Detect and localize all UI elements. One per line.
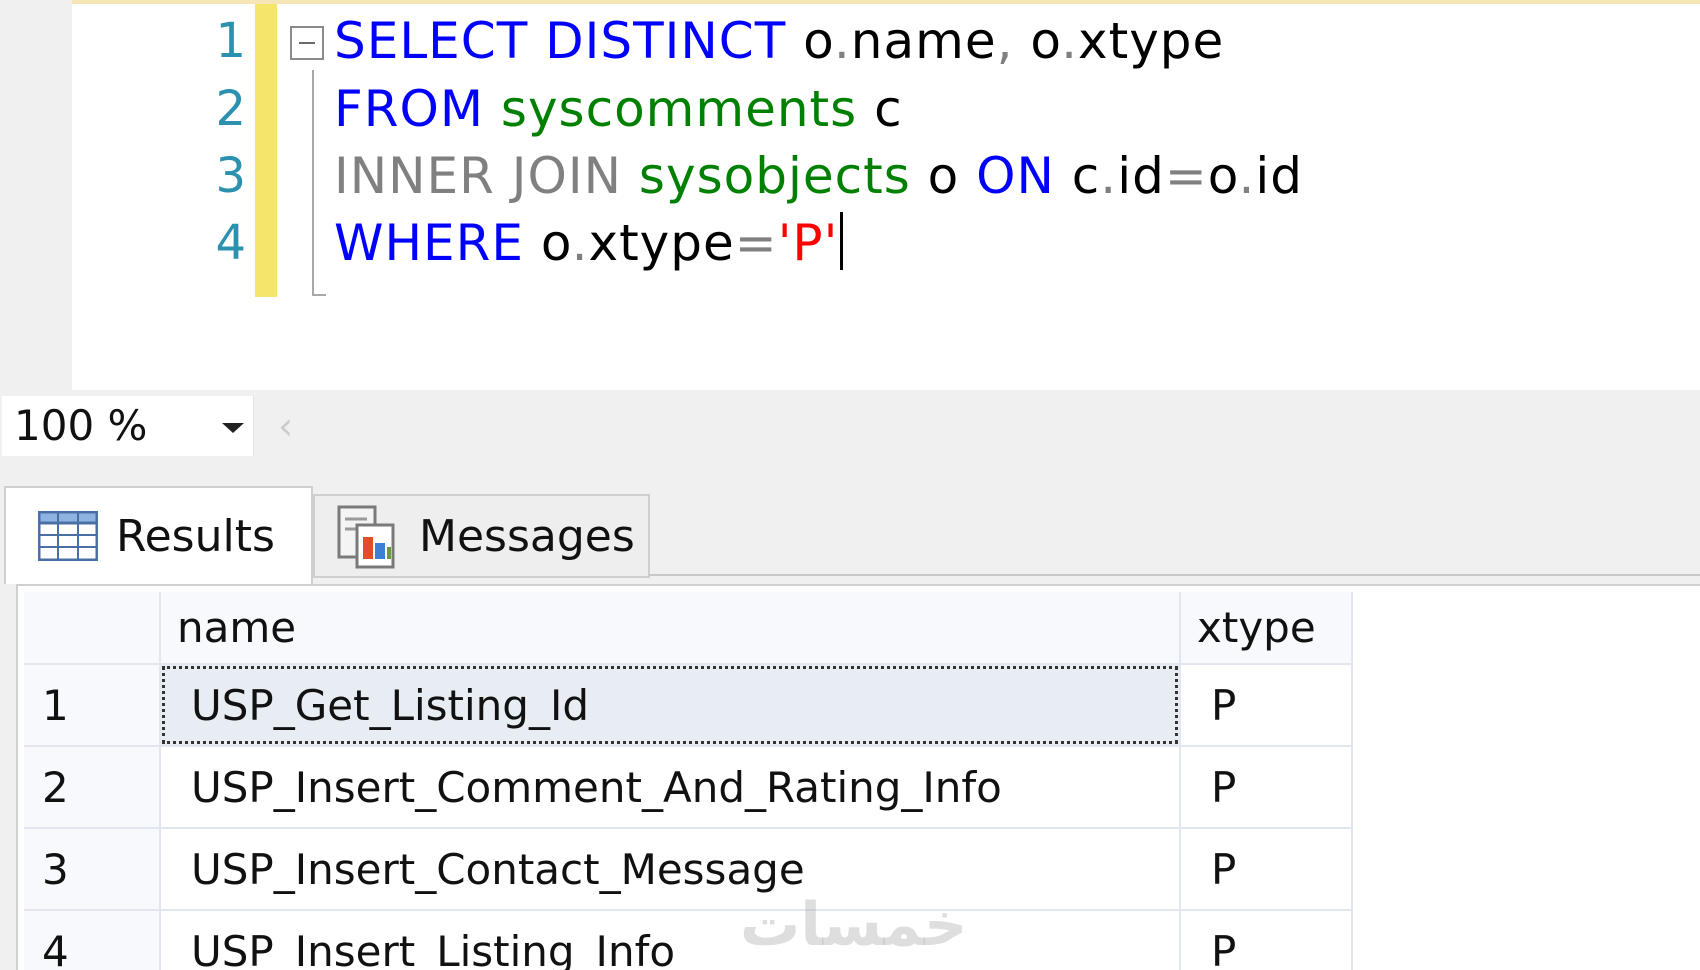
code-token: xtype bbox=[1078, 12, 1225, 70]
outline-end bbox=[312, 294, 326, 296]
code-token: . bbox=[1061, 12, 1078, 70]
code-line-2[interactable]: 2 FROM syscomments c bbox=[0, 72, 1700, 146]
code-token: c bbox=[857, 80, 903, 138]
code-token: sysobjects bbox=[622, 147, 911, 205]
line-number: 4 bbox=[215, 215, 246, 271]
line-number: 2 bbox=[215, 81, 246, 137]
table-row[interactable]: 4 USP_Insert_Listing_Info P bbox=[24, 910, 1353, 970]
code-token: id bbox=[1117, 147, 1165, 205]
cell-name[interactable]: USP_Insert_Comment_And_Rating_Info bbox=[160, 746, 1181, 829]
code-token: syscomments bbox=[484, 80, 858, 138]
editor-status-strip: 100 % ‹ bbox=[0, 390, 1700, 466]
line-number: 3 bbox=[215, 148, 246, 204]
code-token: . bbox=[571, 214, 589, 272]
code-token: ON bbox=[976, 147, 1055, 205]
code-token: . bbox=[833, 12, 851, 70]
code-token: WHERE bbox=[334, 214, 524, 272]
code-text[interactable]: SELECT DISTINCT o.name, o.xtype bbox=[334, 4, 1224, 78]
row-number[interactable]: 2 bbox=[24, 746, 161, 829]
code-token: . bbox=[1100, 147, 1118, 205]
watermark: خمسات bbox=[740, 890, 968, 960]
code-token: c bbox=[1054, 147, 1101, 205]
cell-name[interactable]: USP_Get_Listing_Id bbox=[160, 664, 1181, 747]
code-token: id bbox=[1255, 147, 1304, 205]
cell-xtype[interactable]: P bbox=[1180, 746, 1353, 829]
row-number[interactable]: 1 bbox=[24, 664, 161, 747]
code-token: o bbox=[523, 214, 572, 272]
row-header-corner[interactable] bbox=[24, 592, 161, 665]
text-caret bbox=[840, 212, 844, 270]
row-number[interactable]: 3 bbox=[24, 828, 161, 911]
cell-name[interactable]: USP_Insert_Listing_Info bbox=[160, 910, 1181, 970]
grid-icon bbox=[38, 511, 98, 561]
table-row[interactable]: 3 USP_Insert_Contact_Message P bbox=[24, 828, 1353, 911]
code-line-4[interactable]: 4 WHERE o.xtype='P' bbox=[0, 206, 1700, 280]
tab-messages[interactable]: Messages bbox=[313, 494, 650, 578]
code-token: o bbox=[910, 147, 977, 205]
code-token: xtype bbox=[588, 214, 735, 272]
code-token: = bbox=[734, 214, 778, 272]
table-row[interactable]: 2 USP_Insert_Comment_And_Rating_Info P bbox=[24, 746, 1353, 829]
code-token: 'P' bbox=[777, 214, 839, 272]
code-token: . bbox=[1238, 147, 1256, 205]
code-token: name bbox=[850, 12, 997, 70]
code-text[interactable]: FROM syscomments c bbox=[334, 72, 903, 146]
code-token: o bbox=[1207, 147, 1239, 205]
scroll-left-icon[interactable]: ‹ bbox=[278, 398, 293, 454]
tab-results-label: Results bbox=[116, 510, 275, 562]
cell-xtype[interactable]: P bbox=[1180, 664, 1353, 747]
code-token: o bbox=[1013, 12, 1062, 70]
code-token: = bbox=[1164, 147, 1208, 205]
code-token: FROM bbox=[334, 80, 484, 138]
code-line-3[interactable]: 3 INNER JOIN sysobjects o ON c.id=o.id bbox=[0, 139, 1700, 213]
column-header-name[interactable]: name bbox=[160, 592, 1181, 665]
table-row[interactable]: 1 USP_Get_Listing_Id P bbox=[24, 664, 1353, 747]
code-token: INNER JOIN bbox=[334, 147, 623, 205]
code-text[interactable]: WHERE o.xtype='P' bbox=[334, 206, 844, 280]
code-token: SELECT DISTINCT bbox=[334, 12, 787, 70]
code-token: o bbox=[786, 12, 834, 70]
row-number[interactable]: 4 bbox=[24, 910, 161, 970]
code-text[interactable]: INNER JOIN sysobjects o ON c.id=o.id bbox=[334, 139, 1303, 213]
cell-xtype[interactable]: P bbox=[1180, 910, 1353, 970]
code-token: , bbox=[996, 12, 1014, 70]
zoom-dropdown[interactable]: 100 % bbox=[2, 396, 254, 456]
grid-header-row: name xtype bbox=[24, 592, 1353, 665]
messages-icon bbox=[337, 505, 395, 569]
cell-name[interactable]: USP_Insert_Contact_Message bbox=[160, 828, 1181, 911]
code-line-1[interactable]: 1 SELECT DISTINCT o.name, o.xtype bbox=[0, 4, 1700, 78]
line-number: 1 bbox=[215, 13, 246, 69]
tab-results[interactable]: Results bbox=[4, 486, 313, 584]
zoom-value: 100 % bbox=[14, 401, 148, 450]
query-editor[interactable]: 1 SELECT DISTINCT o.name, o.xtype 2 FROM… bbox=[0, 0, 1700, 390]
cell-xtype[interactable]: P bbox=[1180, 828, 1353, 911]
dropdown-arrow-icon[interactable] bbox=[222, 423, 244, 433]
tab-messages-label: Messages bbox=[419, 510, 635, 562]
column-header-xtype[interactable]: xtype bbox=[1180, 592, 1353, 665]
